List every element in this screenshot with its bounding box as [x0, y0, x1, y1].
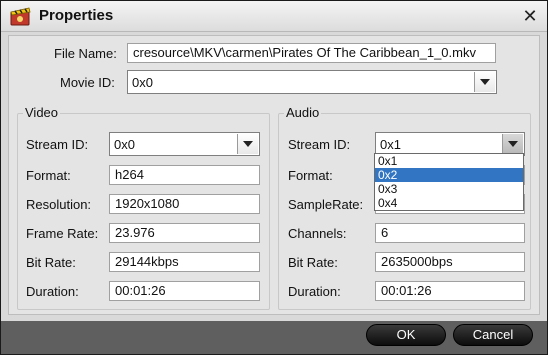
movie-id-dropdown-button[interactable]: [474, 72, 495, 92]
audio-channels-label: Channels:: [288, 226, 347, 241]
video-frame-rate-label: Frame Rate:: [26, 226, 99, 241]
audio-stream-id-label: Stream ID:: [288, 137, 351, 152]
title-bar[interactable]: Properties ✕: [1, 1, 547, 32]
audio-stream-option-highlighted[interactable]: 0x2: [375, 168, 523, 182]
audio-samplerate-label: SampleRate:: [288, 197, 364, 212]
movie-id-label: Movie ID:: [60, 75, 115, 90]
video-stream-id-value: 0x0: [114, 137, 135, 152]
audio-stream-id-dropdown-button[interactable]: [502, 134, 523, 154]
audio-stream-option[interactable]: 0x4: [375, 196, 523, 210]
cancel-button[interactable]: Cancel: [453, 324, 533, 346]
dialog-title: Properties: [39, 7, 114, 24]
video-format-label: Format:: [26, 168, 71, 183]
video-duration-field[interactable]: 00:01:26: [109, 281, 260, 301]
video-resolution-label: Resolution:: [26, 197, 92, 212]
video-format-field[interactable]: h264: [109, 165, 260, 185]
audio-stream-id-value: 0x1: [380, 137, 401, 152]
video-bit-rate-label: Bit Rate:: [26, 255, 76, 270]
audio-duration-label: Duration:: [288, 284, 341, 299]
properties-dialog: Properties ✕ File Name: cresource\MKV\ca…: [0, 0, 548, 355]
video-bit-rate-field[interactable]: 29144kbps: [109, 252, 260, 272]
audio-bit-rate-label: Bit Rate:: [288, 255, 338, 270]
movie-id-select[interactable]: 0x0: [127, 70, 497, 94]
audio-bit-rate-field[interactable]: 2635000bps: [375, 252, 525, 272]
chevron-down-icon: [243, 141, 253, 147]
close-icon[interactable]: ✕: [522, 6, 537, 26]
dialog-footer: OK Cancel: [1, 321, 547, 354]
audio-stream-option[interactable]: 0x3: [375, 182, 523, 196]
file-name-field[interactable]: cresource\MKV\carmen\Pirates Of The Cari…: [127, 43, 496, 63]
video-frame-rate-field[interactable]: 23.976: [109, 223, 260, 243]
film-clapper-icon: [9, 5, 33, 27]
chevron-down-icon: [508, 141, 518, 147]
audio-channels-field[interactable]: 6: [375, 223, 525, 243]
audio-duration-field[interactable]: 00:01:26: [375, 281, 525, 301]
audio-stream-id-options: 0x1 0x2 0x3 0x4: [374, 153, 524, 211]
video-stream-id-dropdown-button[interactable]: [237, 134, 258, 154]
video-duration-label: Duration:: [26, 284, 79, 299]
movie-id-value: 0x0: [132, 75, 153, 90]
file-name-label: File Name:: [54, 46, 117, 61]
audio-group-title: Audio: [284, 105, 322, 120]
video-group-title: Video: [23, 105, 61, 120]
ok-button[interactable]: OK: [366, 324, 446, 346]
close-button[interactable]: ✕: [521, 7, 539, 25]
video-stream-id-select[interactable]: 0x0: [109, 132, 260, 156]
video-resolution-field[interactable]: 1920x1080: [109, 194, 260, 214]
chevron-down-icon: [480, 79, 490, 85]
audio-stream-option[interactable]: 0x1: [375, 154, 523, 168]
video-stream-id-label: Stream ID:: [26, 137, 89, 152]
audio-format-label: Format:: [288, 168, 333, 183]
